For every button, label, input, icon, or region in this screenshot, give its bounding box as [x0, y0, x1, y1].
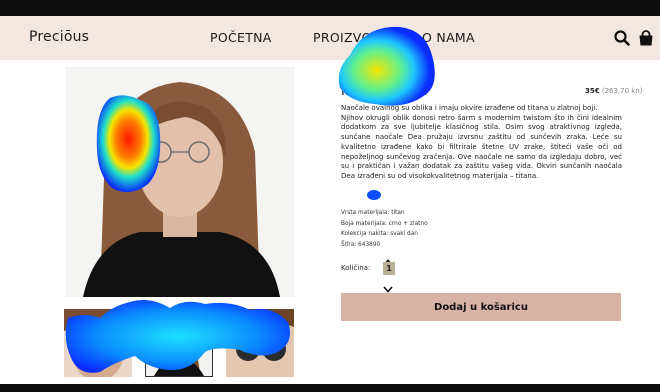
nav-link-products[interactable]: PROIZVODI ∨: [313, 30, 395, 45]
quantity-label: Količina:: [341, 264, 371, 272]
description-paragraph-1: Naočale ovalnog su oblika i imaju okvire…: [341, 104, 598, 112]
thumbnail-1[interactable]: [64, 309, 132, 377]
navigation-bar: Preciōus POČETNA PROIZVODI ∨ O NAMA: [0, 16, 660, 60]
chevron-up-icon[interactable]: [382, 252, 394, 266]
price-eur: 35€: [585, 87, 600, 95]
spec-material: Vrsta materijala: titan: [341, 210, 405, 216]
shopping-bag-icon[interactable]: [637, 29, 655, 47]
description-paragraph-2: Njihov okrugli oblik donosi retro šarm s…: [341, 113, 622, 180]
thumbnail-2[interactable]: [145, 309, 213, 377]
nav-link-products-label: PROIZVODI: [313, 30, 386, 45]
search-icon[interactable]: [613, 29, 631, 47]
chevron-down-icon: ∨: [388, 34, 396, 44]
nav-link-about[interactable]: O NAMA: [422, 30, 475, 45]
nav-link-home[interactable]: POČETNA: [210, 30, 272, 45]
brand-logo[interactable]: Preciōus: [29, 29, 89, 45]
spec-code: Šifra: 643890: [341, 241, 381, 248]
main-product-photo: [65, 67, 295, 297]
product-specs: Vrsta materijala: titan Boja materijala:…: [341, 208, 428, 250]
add-to-cart-button[interactable]: Dodaj u košaricu: [341, 293, 621, 321]
spec-color: Boja materijala: crno + zlatno: [341, 220, 428, 227]
product-description: Naočale ovalnog su oblika i imaju okvire…: [341, 104, 622, 182]
bottom-black-bar: [0, 384, 660, 392]
spec-collection: Kolekcija nakita: svaki dan: [341, 231, 418, 237]
thumbnail-3[interactable]: [226, 309, 294, 377]
product-price: 35€ (263,70 kn): [585, 87, 643, 95]
product-title: NAOČALE DEA: [341, 87, 427, 98]
chevron-down-icon[interactable]: [382, 279, 394, 293]
price-kn: (263,70 kn): [601, 87, 643, 95]
quantity-value[interactable]: 1: [383, 262, 395, 275]
top-black-bar: [0, 0, 660, 16]
